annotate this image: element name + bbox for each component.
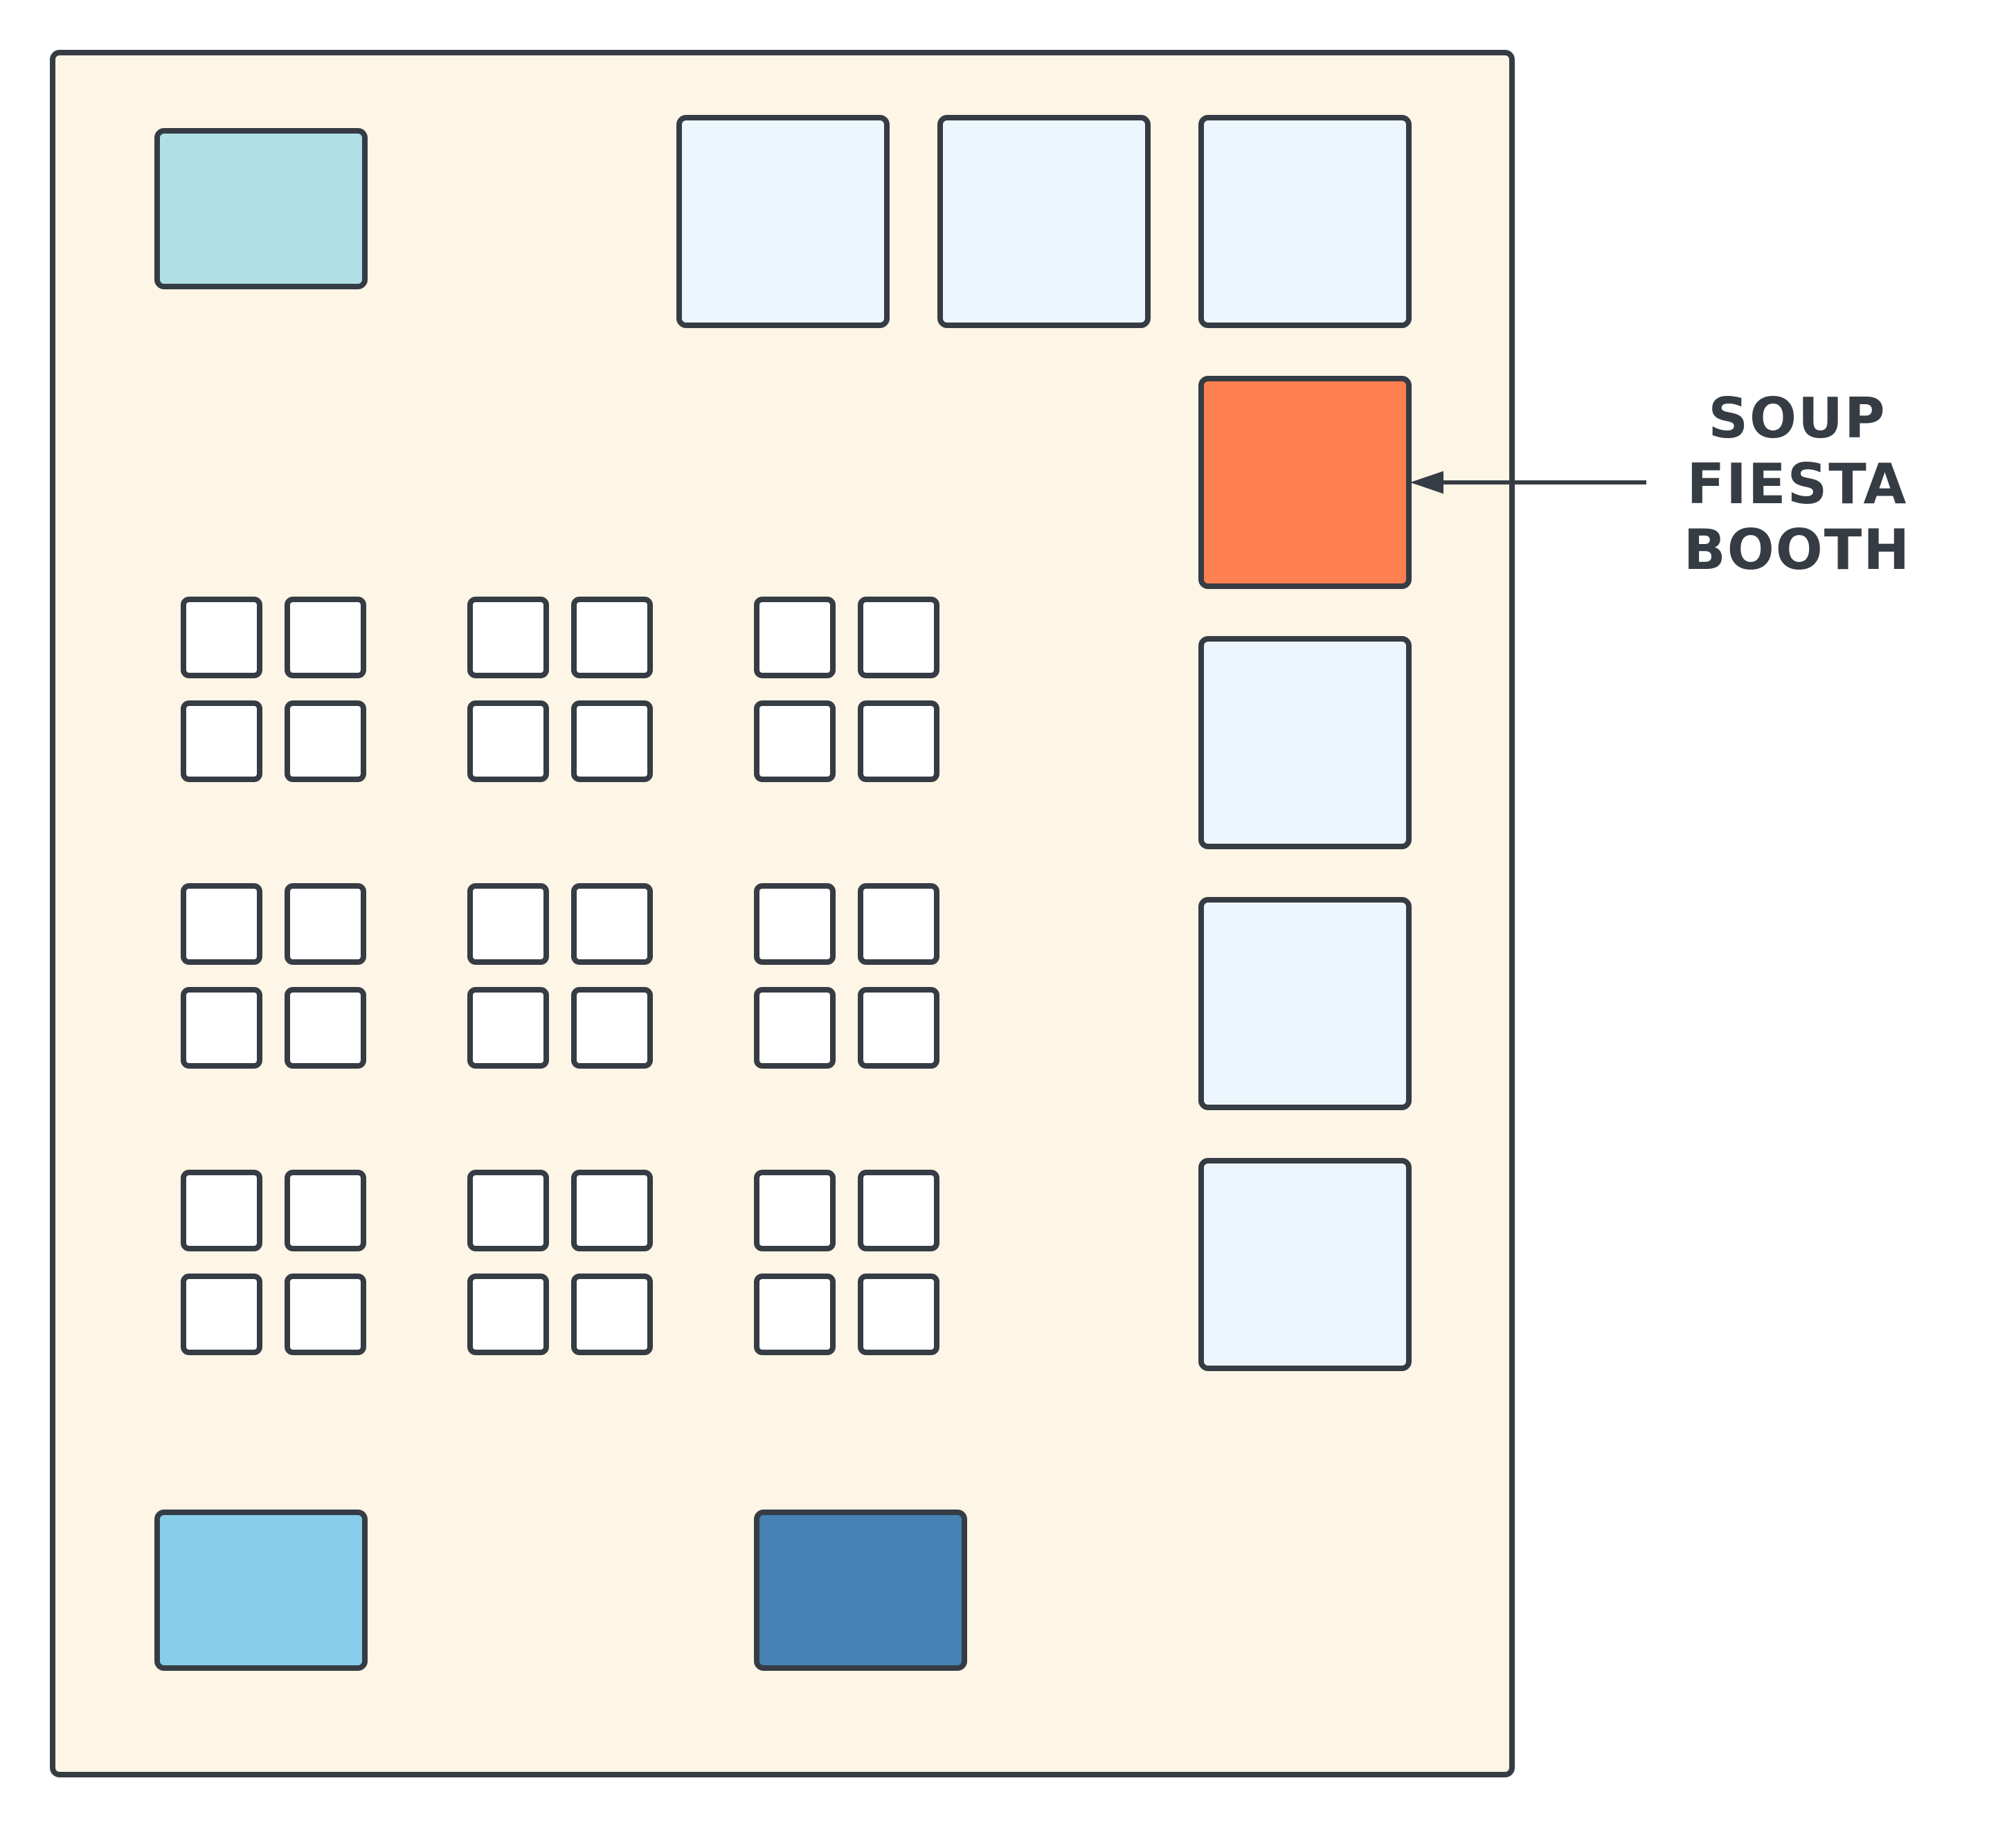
table: [181, 1170, 262, 1251]
table: [285, 700, 366, 782]
floor-plan-diagram: SOUP FIESTA BOOTH: [50, 50, 1911, 1777]
booth-top-3: [1198, 115, 1412, 328]
annotation-line-1: SOUP: [1708, 386, 1886, 451]
table: [858, 597, 939, 678]
annotation-line-2: FIESTA: [1687, 452, 1908, 516]
table: [754, 987, 836, 1069]
booth-right-2: [1198, 636, 1412, 849]
table: [858, 1170, 939, 1251]
table: [754, 883, 836, 965]
table: [467, 1274, 549, 1355]
booth-top-2: [937, 115, 1151, 328]
table: [754, 1170, 836, 1251]
table: [858, 883, 939, 965]
bottom-left-area: [154, 1510, 368, 1671]
table: [571, 987, 653, 1069]
table: [571, 597, 653, 678]
table: [285, 987, 366, 1069]
booth-top-1: [676, 115, 890, 328]
booth-right-4: [1198, 1158, 1412, 1371]
table: [285, 597, 366, 678]
table: [754, 700, 836, 782]
annotation-line-3: BOOTH: [1684, 518, 1911, 582]
annotation-label: SOUP FIESTA BOOTH: [1684, 386, 1911, 582]
table: [467, 883, 549, 965]
table: [571, 1170, 653, 1251]
table: [285, 883, 366, 965]
table: [571, 700, 653, 782]
table: [754, 1274, 836, 1355]
table: [181, 597, 262, 678]
table: [467, 1170, 549, 1251]
table: [285, 1170, 366, 1251]
booth-right-3: [1198, 897, 1412, 1110]
table: [467, 597, 549, 678]
table: [181, 987, 262, 1069]
table: [571, 1274, 653, 1355]
table: [571, 883, 653, 965]
table: [285, 1274, 366, 1355]
table: [181, 883, 262, 965]
table: [858, 987, 939, 1069]
highlighted-booth: [1198, 376, 1412, 589]
table: [858, 1274, 939, 1355]
table: [467, 987, 549, 1069]
table: [181, 700, 262, 782]
table: [467, 700, 549, 782]
bottom-center-area: [754, 1510, 967, 1671]
table: [858, 700, 939, 782]
table: [181, 1274, 262, 1355]
table: [754, 597, 836, 678]
top-left-area: [154, 128, 368, 289]
